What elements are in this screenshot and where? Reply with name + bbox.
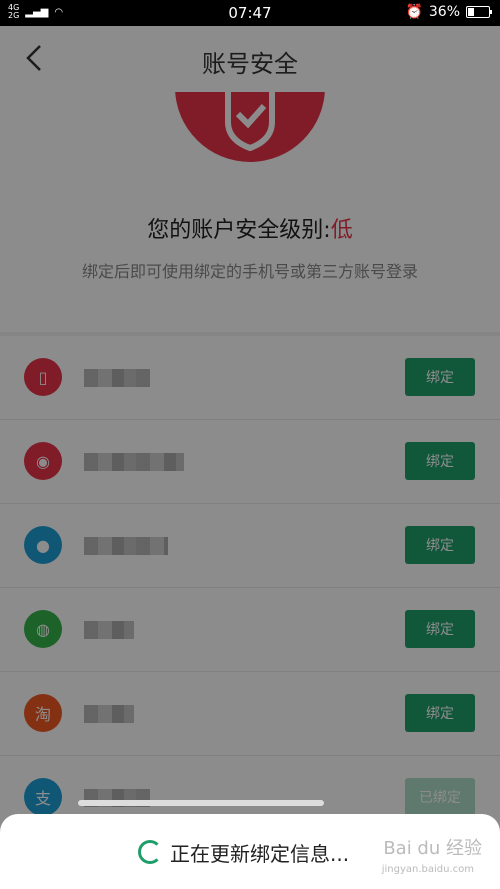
status-bar: 4G 2G ▂▄▆ ◠ 07:47 ⏰ 36% [0, 0, 500, 26]
watermark: Bai du 经验 [383, 838, 482, 859]
battery-icon [466, 6, 492, 18]
dim-overlay [0, 26, 500, 889]
status-right: ⏰ 36% [405, 4, 492, 20]
loading-toast: 正在更新绑定信息... Bai du 经验 jingyan.baidu.com [0, 814, 500, 889]
loading-spinner-icon [138, 840, 162, 864]
scrollbar[interactable] [78, 800, 324, 806]
alarm-icon: ⏰ [405, 4, 423, 20]
loading-message: 正在更新绑定信息... [170, 842, 350, 866]
watermark-url: jingyan.baidu.com [381, 864, 474, 875]
battery-percent: 36% [428, 4, 460, 20]
